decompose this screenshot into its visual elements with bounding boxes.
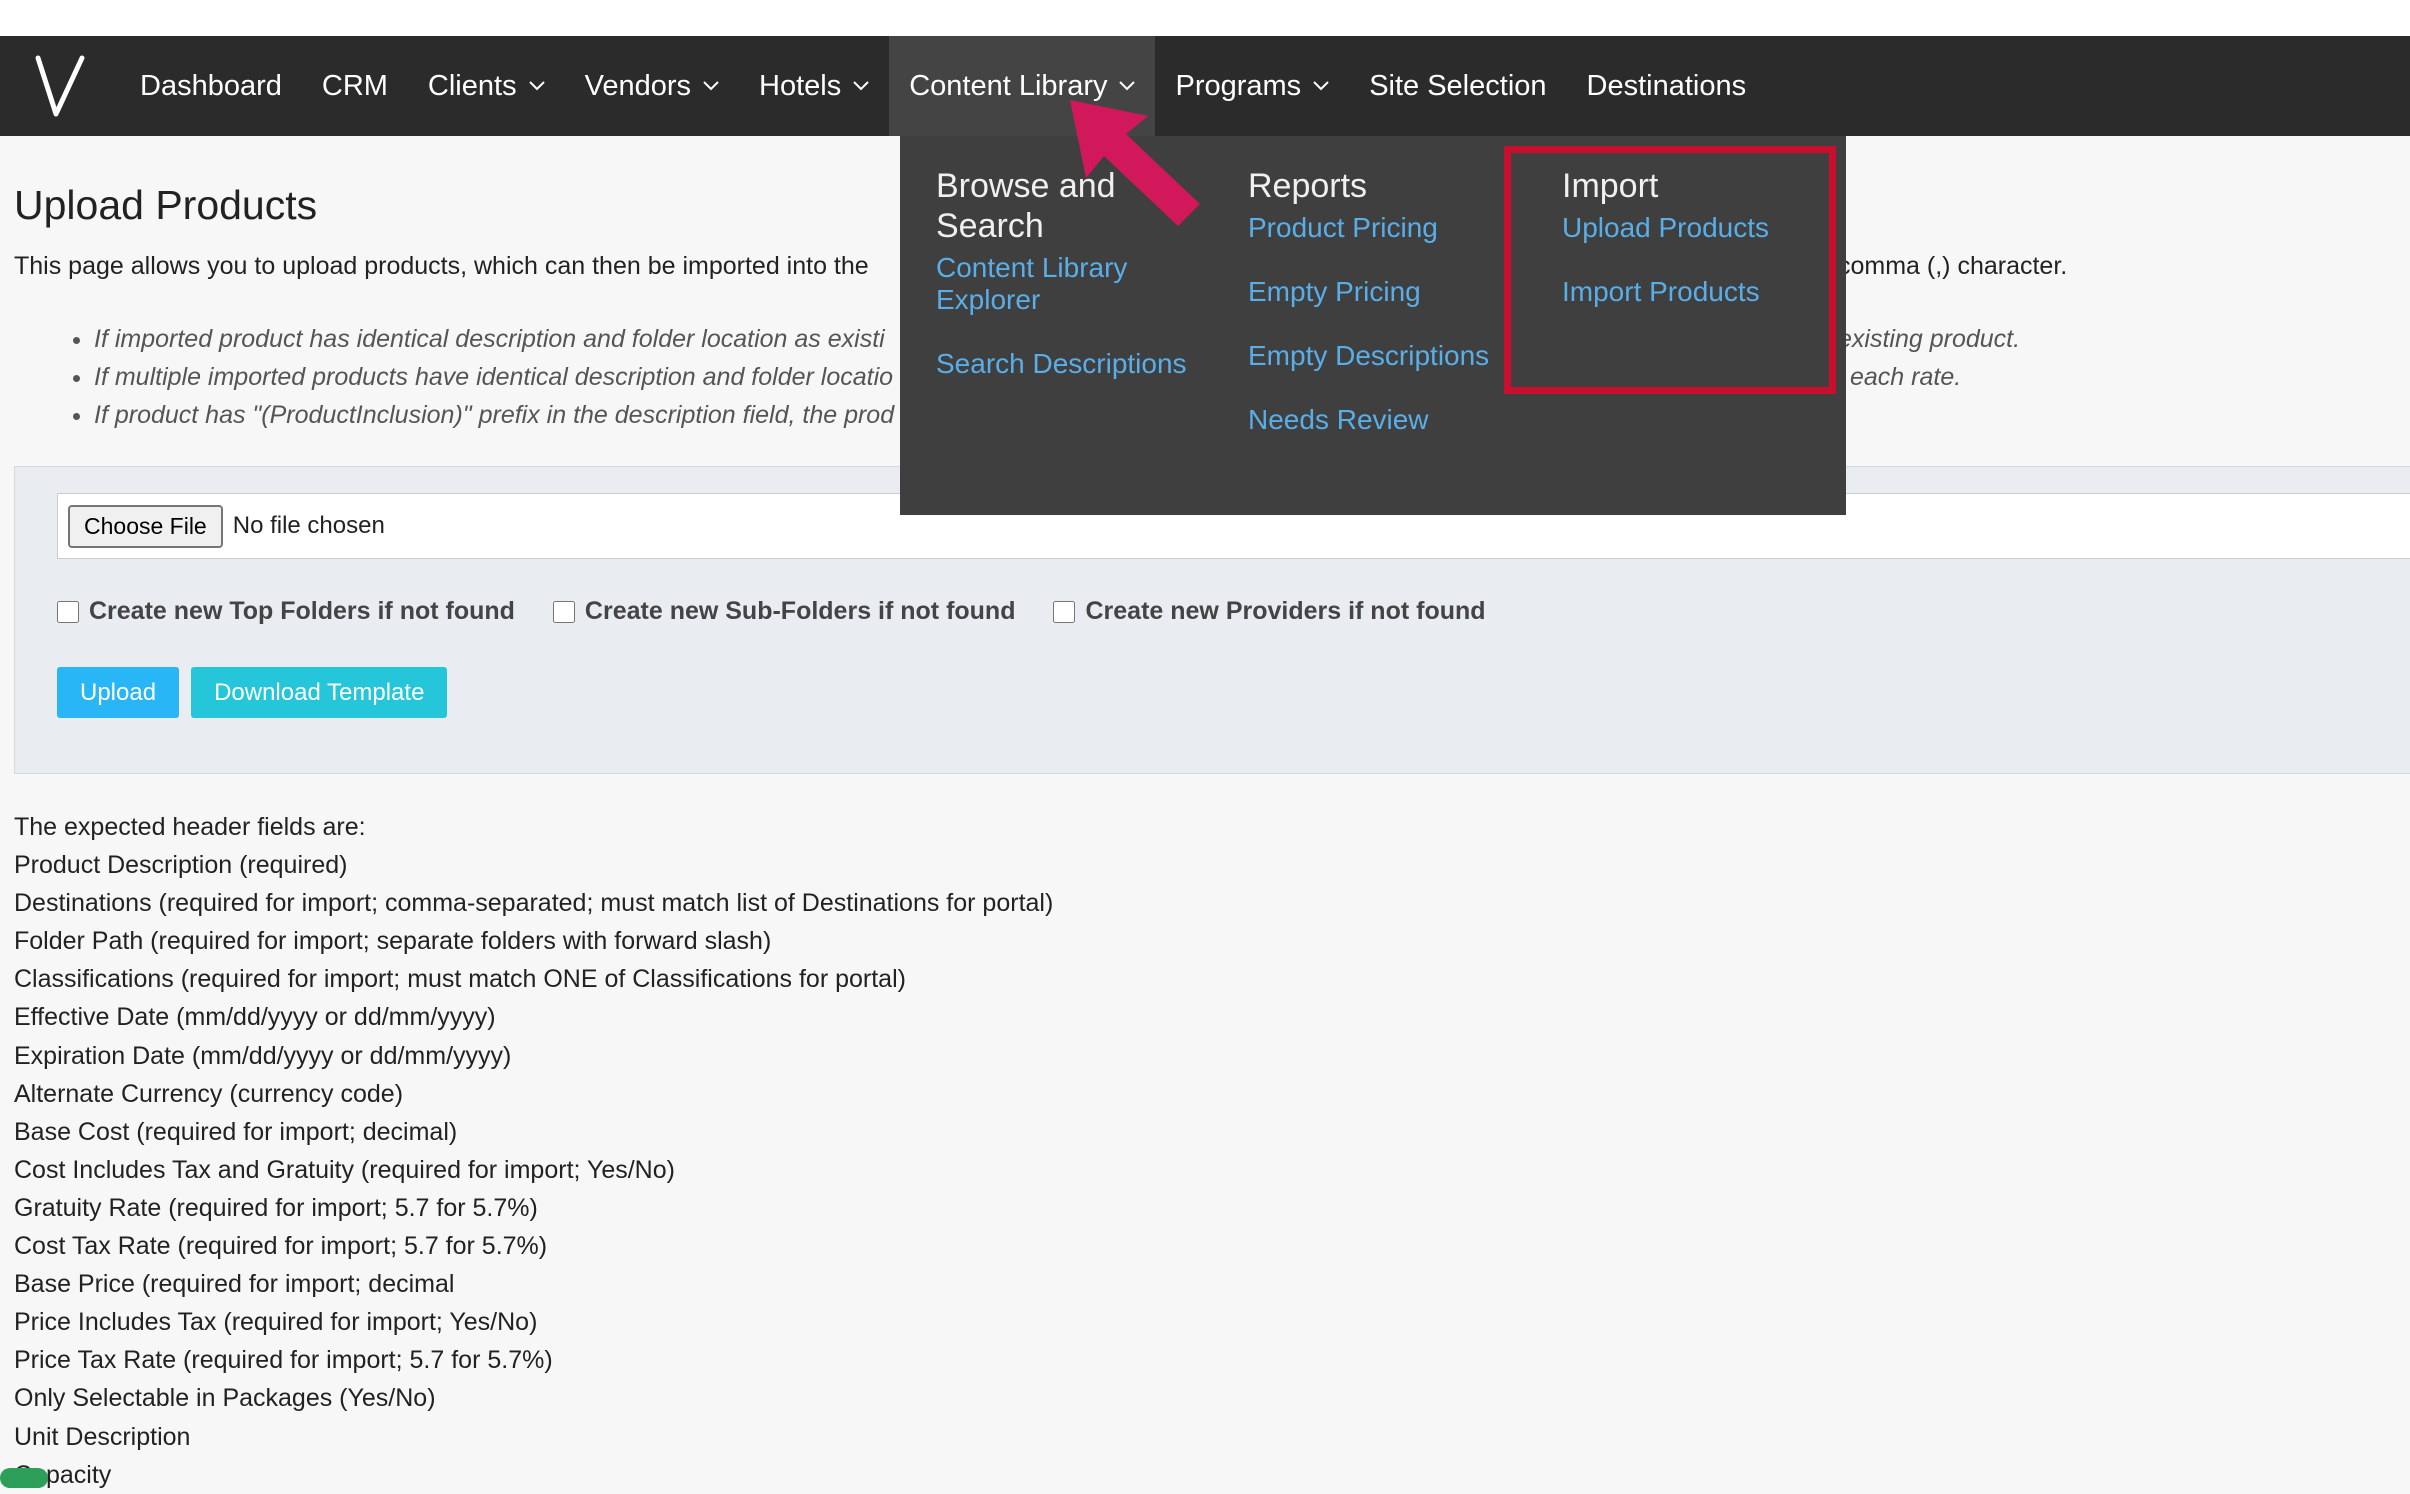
header-field: Expiration Date (mm/dd/yyyy or dd/mm/yyy… [14,1041,512,1070]
nav-vendors[interactable]: Vendors [565,36,739,136]
download-template-button[interactable]: Download Template [191,667,448,718]
note-item: If imported product has identical descri… [94,320,894,358]
import-highlight-box [1504,146,1836,394]
menu-heading-reports: Reports [1248,167,1368,205]
option-top-folders[interactable]: Create new Top Folders if not found [57,597,515,626]
menu-column-reports: Reports Product Pricing Empty Pricing Em… [1248,166,1518,468]
nav-label: Clients [427,69,517,102]
header-fields-intro: The expected header fields are: [14,813,366,841]
menu-link-empty-pricing[interactable]: Empty Pricing [1248,276,1518,308]
logo[interactable] [0,36,120,136]
checkbox-label: Create new Sub-Folders if not found [584,597,1016,625]
chevron-down-icon [853,81,869,91]
header-field: Base Cost (required for import; decimal) [14,1117,458,1146]
header-field: Effective Date (mm/dd/yyyy or dd/mm/yyyy… [14,1003,496,1032]
header-field: Product Description (required) [14,851,348,880]
nav-label: Destinations [1586,69,1747,102]
header-field: Unit Description [14,1422,191,1451]
choose-file-button[interactable]: Choose File [68,504,223,548]
note-tail: each rate. [1850,363,1962,391]
top-folders-checkbox[interactable] [57,600,79,623]
page-intro-tail: comma (,) character. [1838,252,2068,280]
page-intro: This page allows you to upload products,… [14,252,869,280]
chevron-down-icon [1119,81,1136,91]
checkbox-label: Create new Top Folders if not found [89,597,515,625]
header-field: Alternate Currency (currency code) [14,1079,404,1108]
options-row: Create new Top Folders if not found Crea… [57,597,1524,626]
nav-label: Vendors [584,69,691,102]
menu-link-empty-descriptions[interactable]: Empty Descriptions [1248,340,1518,372]
note-item: If product has "(ProductInclusion)" pref… [94,396,894,434]
header-field: Price Includes Tax (required for import;… [14,1308,538,1337]
nav-site-selection[interactable]: Site Selection [1349,36,1566,136]
nav-destinations[interactable]: Destinations [1567,36,1767,136]
nav-label: Site Selection [1369,69,1547,102]
header-field: Capacity [14,1460,112,1489]
status-indicator [0,1468,48,1488]
menu-link-search-descriptions[interactable]: Search Descriptions [936,348,1206,380]
checkbox-label: Create new Providers if not found [1085,597,1486,625]
nav-dashboard[interactable]: Dashboard [120,36,302,136]
option-sub-folders[interactable]: Create new Sub-Folders if not found [552,597,1016,626]
header-field: Classifications (required for import; mu… [14,965,906,994]
nav-label: Dashboard [140,69,282,102]
providers-checkbox[interactable] [1053,600,1076,623]
menu-link-needs-review[interactable]: Needs Review [1248,404,1518,436]
upload-button[interactable]: Upload [57,667,180,718]
note-item: If multiple imported products have ident… [94,358,894,396]
nav-hotels[interactable]: Hotels [739,36,889,136]
header-field: Gratuity Rate (required for import; 5.7 … [14,1193,538,1222]
chevron-down-icon [1313,81,1329,91]
note-tail: existing product. [1838,325,2021,353]
option-providers[interactable]: Create new Providers if not found [1053,597,1486,626]
header-field: Destinations (required for import; comma… [14,889,1054,918]
nav-label: CRM [321,69,388,102]
nav-crm[interactable]: CRM [302,36,408,136]
chevron-down-icon [703,81,719,91]
page-title: Upload Products [14,182,318,228]
header-field: Price Tax Rate (required for import; 5.7… [14,1346,553,1375]
nav-clients[interactable]: Clients [408,36,565,136]
logo-v-icon [35,55,85,117]
header-field: Folder Path (required for import; separa… [14,927,772,956]
header-field: Cost Tax Rate (required for import; 5.7 … [14,1232,548,1261]
header-field: Cost Includes Tax and Gratuity (required… [14,1155,675,1184]
file-status: No file chosen [232,512,385,539]
header-field: Only Selectable in Packages (Yes/No) [14,1384,436,1413]
browser-top-strip [0,0,2410,36]
header-fields: The expected header fields are: Product … [14,808,1053,1494]
menu-link-product-pricing[interactable]: Product Pricing [1248,212,1518,244]
chevron-down-icon [528,81,545,91]
action-buttons: Upload Download Template [57,667,459,718]
menu-link-content-library-explorer[interactable]: Content Library Explorer [936,252,1206,316]
import-notes: If imported product has identical descri… [52,320,894,434]
nav-label: Hotels [759,69,842,102]
pointer-arrow-icon [1070,100,1200,226]
sub-folders-checkbox[interactable] [552,600,575,623]
header-field: Base Price (required for import; decimal [14,1270,455,1299]
